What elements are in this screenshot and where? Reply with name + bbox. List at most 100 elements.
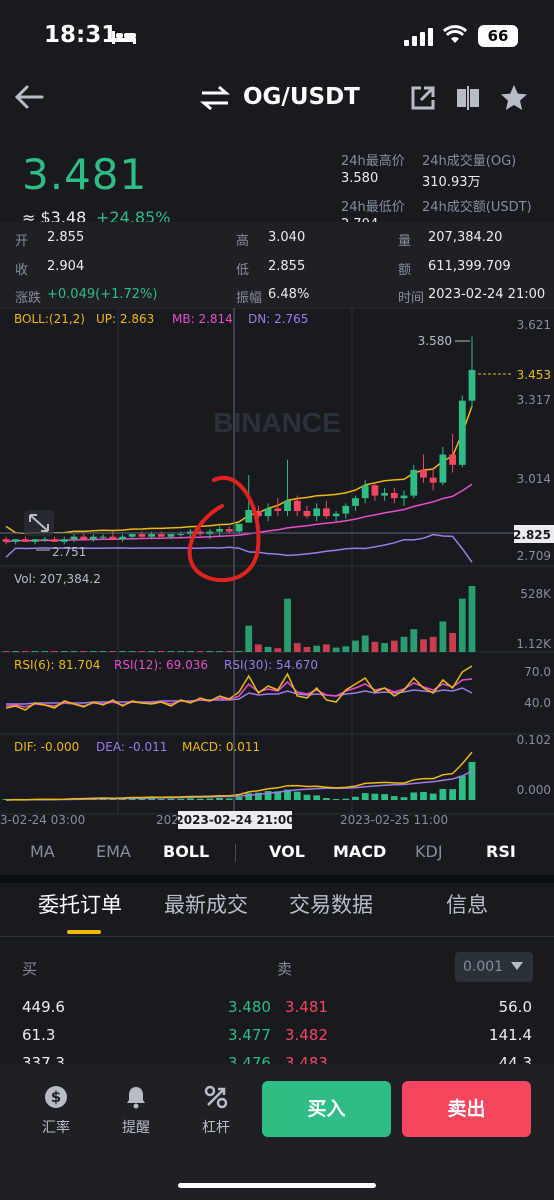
high-value: 3.040 [268,230,306,245]
bid-quantity[interactable]: 449.6 [22,998,65,1016]
share-icon[interactable] [410,85,436,111]
volume-bar [390,640,398,652]
kline-chart[interactable]: BINANCE 3.580 2.751 3.621 3.317 3.014 2.… [0,307,554,830]
change-label: 涨跌 [15,291,42,306]
macd-bar [400,797,408,800]
low-24h-label: 24h最低价 [341,200,405,215]
star-icon[interactable] [500,84,528,112]
max-price-marker: 3.580 [418,334,452,348]
back-arrow-icon[interactable] [14,84,44,110]
volume-bar [157,651,165,652]
tab-vol[interactable]: VOL [269,842,305,861]
macd-bar [216,798,223,800]
expand-icon[interactable] [24,510,54,536]
binance-watermark: BINANCE [213,407,341,438]
price-axis-label: 3.621 [517,318,551,332]
ask-quantity[interactable]: 56.0 [499,998,532,1016]
ask-price[interactable]: 3.481 [285,998,328,1016]
precision-select[interactable]: 0.001 [455,952,533,982]
tab-order-book[interactable]: 委托订单 [38,889,122,919]
volume-bar [274,648,282,652]
volume-bar [400,636,408,652]
macd-bar [342,798,350,800]
macd-bar [196,798,204,800]
boll-legend-dn: DN: 2.765 [248,312,308,326]
tab-macd[interactable]: MACD [333,842,386,861]
candle-body [216,529,223,532]
dif-line [5,751,473,801]
volume-bar [449,633,456,652]
macd-bar [187,798,194,800]
candle-body [332,513,340,517]
buy-button[interactable]: 买入 [262,1081,391,1137]
volume-bar [235,651,243,652]
tab-boll[interactable]: BOLL [163,842,209,861]
volume-bar [177,651,185,652]
volume-bar [51,651,58,652]
bid-price[interactable]: 3.480 [228,998,271,1016]
candle-body [352,498,359,506]
ask-price[interactable]: 3.482 [285,1026,328,1044]
bid-price[interactable]: 3.477 [228,1026,271,1044]
candle-body [468,369,476,401]
volume-bar [70,651,78,652]
volume-bar [90,651,97,652]
home-indicator [178,1183,376,1188]
alert-button[interactable]: 提醒 [106,1085,166,1137]
svg-text:$: $ [51,1088,61,1106]
candle-body [390,493,398,499]
price-axis-label: 3.014 [517,472,551,486]
volume-bar [41,651,49,652]
tab-trading-data[interactable]: 交易数据 [289,889,373,919]
tab-latest-trades[interactable]: 最新成交 [164,889,248,919]
amplitude-label: 振幅 [236,291,263,306]
candle-body [157,534,165,537]
macd-bar [381,794,388,800]
candle-body [371,485,379,496]
candle-body [264,508,272,517]
volume-bar [458,598,466,652]
buy-column-label: 买 [22,960,38,978]
tab-info[interactable]: 信息 [446,889,488,919]
split-view-icon[interactable] [456,85,480,111]
macd-bar [352,796,359,800]
candle-body [342,505,350,514]
ask-quantity[interactable]: 141.4 [489,1026,532,1044]
candle-body [361,485,369,499]
swap-icon[interactable] [200,85,230,111]
volume-bar [371,641,379,652]
tab-rsi[interactable]: RSI [486,842,516,861]
candle-body [148,534,155,537]
rsi6-legend: RSI(6): 81.704 [14,658,100,672]
price-axis-label: 3.317 [517,393,551,407]
candle-body [22,539,29,542]
macd-bar [390,796,398,800]
pair-title[interactable]: OG/USDT [243,84,360,110]
volume-bar [284,598,291,652]
volume-bar [410,629,418,652]
macd-bar [323,798,330,800]
bid-quantity[interactable]: 61.3 [22,1026,55,1044]
dif-legend: DIF: -0.000 [14,740,79,754]
tab-kdj[interactable]: KDJ [415,842,443,861]
battery-icon: 66 [478,25,518,47]
active-tab-indicator [67,930,101,934]
tab-ema[interactable]: EMA [96,842,131,861]
rsi-lines [5,665,473,711]
boll-legend-label: BOLL:(21,2) [14,312,85,326]
exchange-rate-button[interactable]: $ 汇率 [26,1085,86,1137]
candle-body [274,508,282,511]
bell-icon [127,1087,145,1109]
tab-ma[interactable]: MA [30,842,55,861]
volume-bar [420,639,427,652]
candle-body [128,534,136,537]
macd-bar [439,788,447,800]
amount-label: 额 [398,263,412,278]
leverage-button[interactable]: 杠杆 [186,1085,246,1137]
volume-bar [22,651,29,652]
kline-chart-svg[interactable]: BINANCE 3.580 2.751 3.621 3.317 3.014 2.… [0,307,554,830]
volume-og-value: 310.93万 [422,175,481,190]
candle-body [323,508,330,517]
sell-button[interactable]: 卖出 [402,1081,531,1137]
macd-bar [332,799,340,800]
